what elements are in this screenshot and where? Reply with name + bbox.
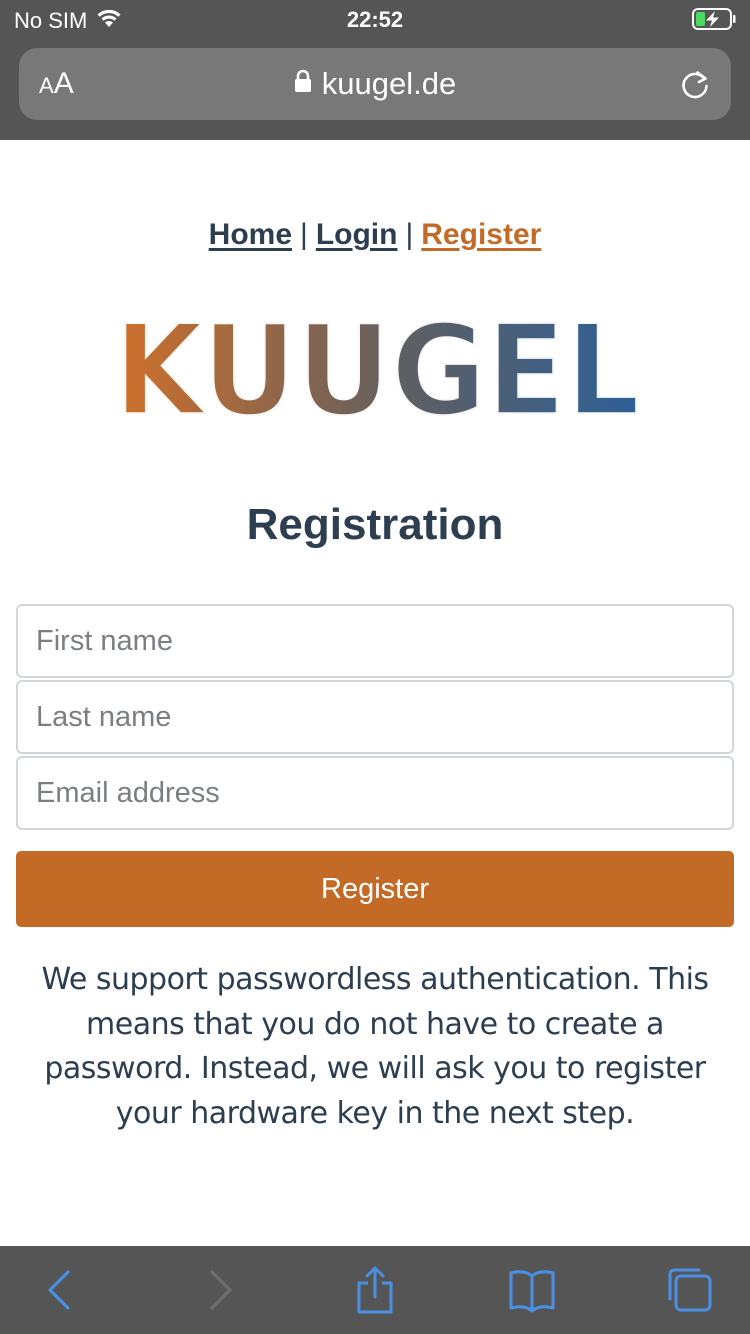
logo-wordmark-inline: KUUGEL xyxy=(114,308,640,422)
nav-separator: | xyxy=(300,218,308,251)
clock: 22:52 xyxy=(346,7,404,32)
page-title: Registration xyxy=(246,500,504,549)
register-button[interactable]: Register xyxy=(16,851,734,927)
passwordless-info-text: We support passwordless authentication. … xyxy=(41,962,709,1131)
lock-icon xyxy=(294,65,312,101)
nav-separator: | xyxy=(405,218,414,251)
nav-link-home[interactable]: Home xyxy=(209,218,292,251)
bookmarks-icon[interactable] xyxy=(508,1266,556,1314)
url-display[interactable]: kuugel.de xyxy=(19,66,731,102)
browser-chrome: No SIM 22:52 AA kuugel.de xyxy=(0,0,750,140)
reload-icon[interactable] xyxy=(677,66,713,102)
battery-charging-icon xyxy=(692,8,736,30)
nav-link-login[interactable]: Login xyxy=(316,218,398,251)
email-input[interactable] xyxy=(16,756,734,830)
kuugel-logo: KUUGEL KUUGEL xyxy=(112,295,642,446)
share-icon[interactable] xyxy=(351,1266,399,1314)
last-name-input[interactable] xyxy=(16,680,734,754)
tabs-icon[interactable] xyxy=(664,1266,712,1314)
first-name-input[interactable] xyxy=(16,604,734,678)
status-bar: No SIM 22:52 xyxy=(0,0,750,40)
browser-toolbar xyxy=(0,1246,750,1334)
site-nav: Home | Login | Register xyxy=(0,218,750,252)
back-icon[interactable] xyxy=(36,1266,84,1314)
address-bar[interactable]: AA kuugel.de xyxy=(19,48,731,120)
url-text: kuugel.de xyxy=(321,66,457,101)
forward-icon xyxy=(196,1266,244,1314)
nav-link-register[interactable]: Register xyxy=(421,218,541,251)
